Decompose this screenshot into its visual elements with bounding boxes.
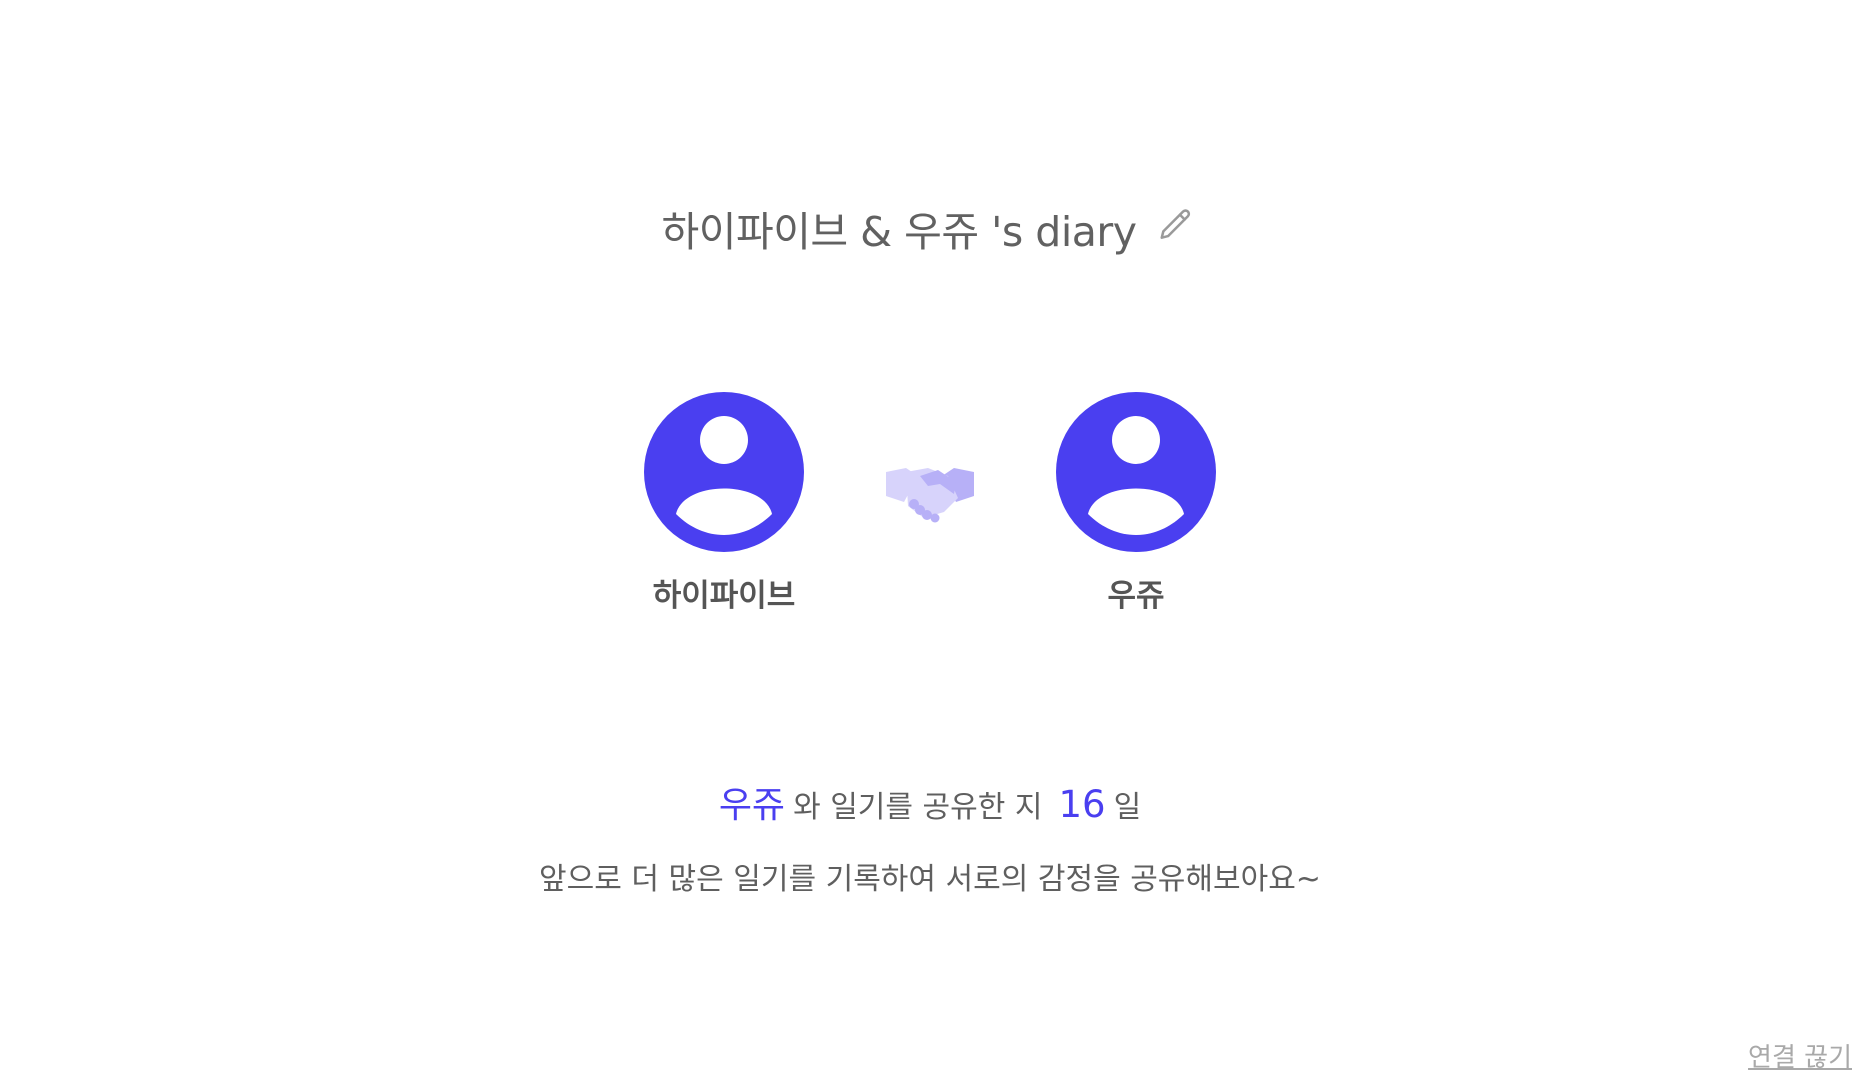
edit-title-button[interactable] [1154,203,1198,247]
member-name: 우쥬 [1107,578,1165,614]
member-partner: 우쥬 [1036,392,1236,615]
shared-days-count: 16 [1058,783,1106,826]
encouragement-text: 앞으로 더 많은 일기를 기록하여 서로의 감정을 공유해보아요~ [539,862,1321,897]
days-unit: 일 [1113,790,1142,825]
pencil-icon [1160,209,1191,239]
disconnect-link[interactable]: 연결 끊기 [1748,1037,1852,1074]
partner-name: 우쥬 [718,785,786,826]
title-row: 하이파이브 & 우쥬 's diary [0,198,1860,258]
members-row: 하이파이브 우쥬 [0,392,1860,615]
diary-connection-page: 하이파이브 & 우쥬 's diary 하이파이브 우쥬 우쥬 와 일기를 공유… [0,0,1860,1084]
handshake-icon [886,468,974,523]
member-name: 하이파이브 [652,578,796,614]
member-me: 하이파이브 [624,392,824,615]
diary-title: 하이파이브 & 우쥬 's diary [661,208,1137,256]
connection-indicator [824,392,1036,615]
share-text: 와 일기를 공유한 지 [793,790,1043,825]
share-duration-line: 우쥬 와 일기를 공유한 지 16 일 [0,776,1860,828]
user-avatar-icon [644,392,804,552]
user-avatar-icon [1056,392,1216,552]
